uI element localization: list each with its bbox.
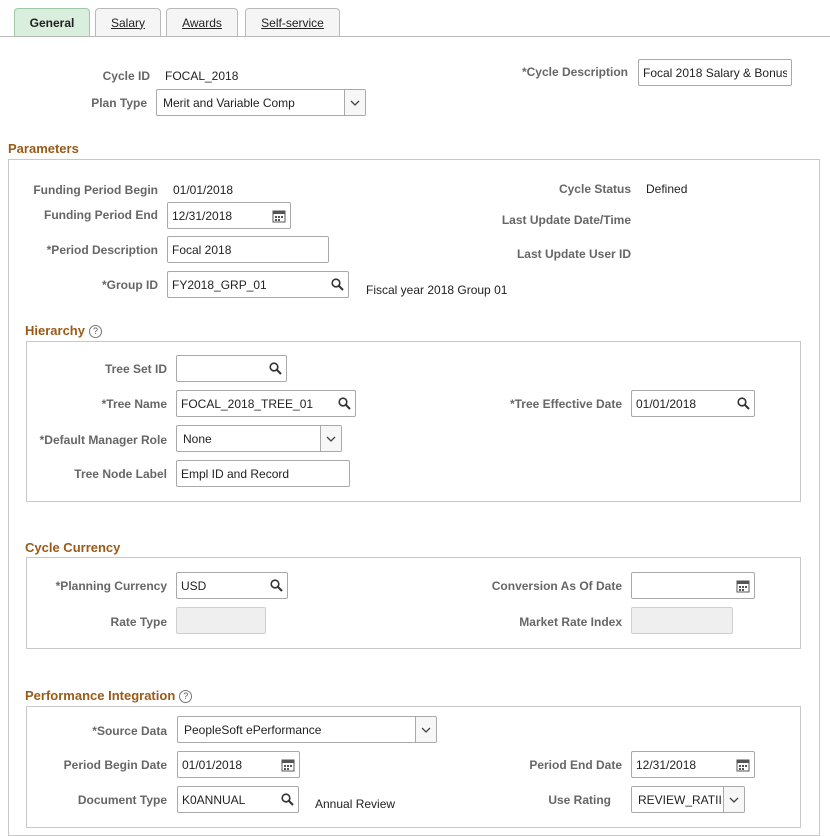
use-rating-label: Use Rating: [548, 793, 611, 807]
tab-self-service[interactable]: Self-service: [245, 8, 340, 36]
group-id-value: FY2018_GRP_01: [172, 278, 330, 292]
document-type-description: Annual Review: [315, 797, 395, 811]
funding-period-begin-label: Funding Period Begin: [33, 183, 158, 197]
tab-awards[interactable]: Awards: [166, 8, 238, 36]
cycle-status-label: Cycle Status: [559, 182, 631, 196]
magnifier-icon[interactable]: [736, 397, 750, 411]
tree-name-label: *Tree Name: [102, 397, 167, 411]
funding-period-end-label: Funding Period End: [44, 208, 158, 222]
tree-name-value: FOCAL_2018_TREE_01: [181, 397, 337, 411]
funding-period-begin-value: 01/01/2018: [173, 183, 233, 197]
tab-label: Awards: [182, 16, 222, 30]
document-type-value: K0ANNUAL: [182, 793, 280, 807]
rate-type-label: Rate Type: [111, 615, 167, 629]
planning-currency-value: USD: [181, 579, 269, 593]
cycle-description-value: Focal 2018 Salary & Bonus: [643, 66, 787, 80]
funding-period-end-value: 12/31/2018: [172, 209, 272, 223]
cycle-id-label: Cycle ID: [103, 69, 150, 83]
group-id-description: Fiscal year 2018 Group 01: [366, 283, 507, 297]
planning-currency-label: *Planning Currency: [56, 579, 167, 593]
use-rating-select[interactable]: REVIEW_RATII: [631, 786, 745, 813]
cycle-id-value: FOCAL_2018: [165, 69, 238, 83]
tree-node-label-input[interactable]: Empl ID and Record: [176, 460, 350, 487]
last-update-user-label: Last Update User ID: [517, 247, 631, 261]
group-id-label: *Group ID: [102, 278, 158, 292]
use-rating-value: REVIEW_RATII: [632, 793, 723, 807]
last-update-datetime-label: Last Update Date/Time: [502, 213, 631, 227]
plan-type-select[interactable]: Merit and Variable Comp: [156, 89, 366, 116]
plan-type-label: Plan Type: [91, 96, 147, 110]
rate-type-input: [176, 607, 266, 634]
magnifier-icon[interactable]: [330, 278, 344, 292]
chevron-down-icon: [320, 426, 341, 451]
tab-general[interactable]: General: [14, 8, 90, 36]
magnifier-icon[interactable]: [269, 579, 283, 593]
tab-divider: [0, 36, 830, 37]
calendar-icon[interactable]: [736, 579, 750, 593]
cycle-currency-title: Cycle Currency: [25, 540, 120, 555]
tree-set-id-input[interactable]: [176, 355, 287, 382]
funding-period-end-input[interactable]: 12/31/2018: [167, 202, 291, 229]
tree-node-label-value: Empl ID and Record: [181, 467, 345, 481]
performance-title-text: Performance Integration: [25, 688, 175, 703]
help-icon[interactable]: ?: [179, 690, 192, 703]
default-manager-role-label: *Default Manager Role: [40, 433, 167, 447]
tab-label: Self-service: [261, 16, 324, 30]
magnifier-icon[interactable]: [268, 362, 282, 376]
cycle-currency-group: [26, 557, 801, 649]
period-description-label: *Period Description: [47, 243, 158, 257]
conversion-as-of-date-label: Conversion As Of Date: [492, 579, 622, 593]
period-description-input[interactable]: Focal 2018: [167, 236, 329, 263]
magnifier-icon[interactable]: [280, 793, 294, 807]
default-manager-role-select[interactable]: None: [176, 425, 342, 452]
source-data-value: PeopleSoft ePerformance: [178, 723, 415, 737]
parameters-title: Parameters: [8, 141, 79, 156]
tree-name-input[interactable]: FOCAL_2018_TREE_01: [176, 390, 356, 417]
hierarchy-title-text: Hierarchy: [25, 323, 85, 338]
period-end-date-value: 12/31/2018: [636, 758, 736, 772]
planning-currency-input[interactable]: USD: [176, 572, 288, 599]
source-data-label: *Source Data: [92, 724, 167, 738]
calendar-icon[interactable]: [281, 758, 295, 772]
market-rate-index-label: Market Rate Index: [519, 615, 622, 629]
tree-effective-date-value: 01/01/2018: [636, 397, 736, 411]
period-end-date-label: Period End Date: [529, 758, 622, 772]
tab-label: Salary: [111, 16, 145, 30]
hierarchy-title: Hierarchy?: [25, 323, 102, 338]
calendar-icon[interactable]: [736, 758, 750, 772]
performance-title: Performance Integration?: [25, 688, 192, 703]
help-icon[interactable]: ?: [89, 325, 102, 338]
plan-type-value: Merit and Variable Comp: [157, 96, 344, 110]
period-begin-date-label: Period Begin Date: [64, 758, 167, 772]
tab-salary[interactable]: Salary: [95, 8, 161, 36]
document-type-label: Document Type: [78, 793, 167, 807]
group-id-input[interactable]: FY2018_GRP_01: [167, 271, 349, 298]
tree-node-label-label: Tree Node Label: [74, 467, 167, 481]
tab-label: General: [30, 16, 75, 30]
chevron-down-icon: [415, 717, 436, 742]
chevron-down-icon: [723, 787, 744, 812]
market-rate-index-input: [631, 607, 733, 634]
tree-set-id-label: Tree Set ID: [105, 362, 167, 376]
chevron-down-icon: [344, 90, 365, 115]
cycle-description-label: *Cycle Description: [522, 65, 628, 79]
document-type-input[interactable]: K0ANNUAL: [177, 786, 299, 813]
source-data-select[interactable]: PeopleSoft ePerformance: [177, 716, 437, 743]
cycle-description-input[interactable]: Focal 2018 Salary & Bonus: [638, 59, 792, 86]
magnifier-icon[interactable]: [337, 397, 351, 411]
tree-effective-date-input[interactable]: 01/01/2018: [631, 390, 755, 417]
conversion-as-of-date-input[interactable]: [631, 572, 755, 599]
cycle-status-value: Defined: [646, 182, 687, 196]
period-begin-date-value: 01/01/2018: [182, 758, 281, 772]
period-description-value: Focal 2018: [172, 243, 324, 257]
period-begin-date-input[interactable]: 01/01/2018: [177, 751, 300, 778]
calendar-icon[interactable]: [272, 209, 286, 223]
default-manager-role-value: None: [177, 432, 320, 446]
period-end-date-input[interactable]: 12/31/2018: [631, 751, 755, 778]
tree-effective-date-label: *Tree Effective Date: [510, 397, 622, 411]
